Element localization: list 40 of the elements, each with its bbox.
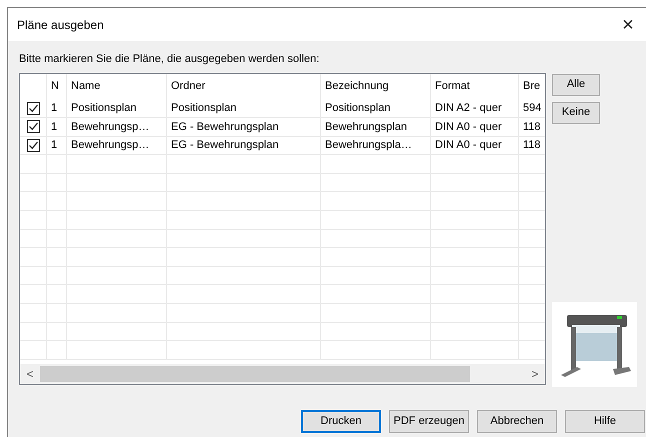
scroll-left-button[interactable]: < (20, 364, 40, 382)
close-button[interactable]: × (616, 14, 640, 34)
scrollbar-thumb[interactable] (40, 366, 470, 382)
column-header[interactable]: Bre (523, 78, 540, 95)
format-cell-text: DIN A0 - quer (435, 120, 502, 135)
column-header[interactable]: Format (435, 78, 470, 95)
folder-cell-text: EG - Bewehrungsplan (171, 138, 279, 154)
window-title: Pläne ausgeben (17, 16, 104, 34)
dialog-button[interactable]: PDF erzeugen (389, 410, 469, 433)
select-none-button[interactable]: Keine (552, 102, 600, 124)
column-header[interactable]: N (51, 78, 59, 95)
name-cell-text: Bewehrungsp… (71, 120, 150, 135)
name-cell-text: Positionsplan (71, 101, 136, 116)
width-cell-text: 594 (523, 101, 542, 116)
designation-cell-text: Bewehrungsplan (325, 120, 407, 135)
column-header[interactable]: Ordner (171, 78, 206, 95)
column-header[interactable]: Bezeichnung (325, 78, 389, 95)
designation-cell-text: Positionsplan (325, 101, 390, 116)
folder-cell-text: Positionsplan (171, 101, 236, 116)
n-cell-text: 1 (51, 120, 58, 135)
name-cell-text: Bewehrungsp… (71, 138, 150, 154)
dialog-button[interactable]: Drucken (301, 410, 381, 433)
width-cell-text: 118 (523, 138, 541, 154)
folder-cell-text: EG - Bewehrungsplan (171, 120, 279, 135)
dialog-button[interactable]: Abbrechen (477, 410, 557, 433)
scroll-right-button[interactable]: > (525, 364, 545, 382)
dialog-button[interactable]: Hilfe (565, 410, 645, 433)
format-cell-text: DIN A0 - quer (435, 138, 502, 154)
row-checkbox[interactable] (26, 120, 40, 134)
plotter-icon (552, 302, 637, 386)
n-cell-text: 1 (51, 138, 58, 154)
format-cell-text: DIN A2 - quer (435, 101, 502, 116)
row-checkbox[interactable] (26, 138, 40, 152)
n-cell-text: 1 (51, 101, 58, 116)
row-checkbox[interactable] (26, 102, 40, 115)
width-cell-text: 118 (523, 120, 541, 135)
select-all-button[interactable]: Alle (552, 74, 600, 96)
designation-cell-text: Bewehrungspla… (325, 138, 412, 154)
instruction-text: Bitte markieren Sie die Pläne, die ausgegeben werden sollen: (19, 52, 320, 67)
column-header[interactable]: Name (71, 78, 100, 95)
